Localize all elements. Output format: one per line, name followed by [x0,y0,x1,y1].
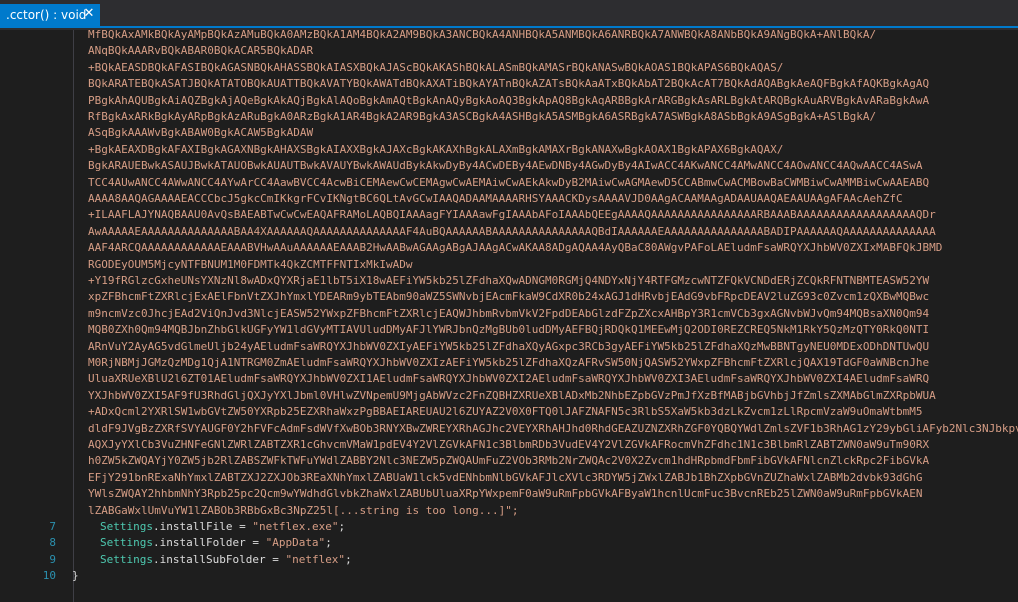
string-literal: lZABGaWxlUmVuYW1lZABOb3RBbGxBc3NpZ25l[..… [88,503,519,517]
code-line: xpZFBhcmFtZXRlcjExAElFbnVtZXJhYmxlYDEARm… [0,289,1018,305]
settings-property: installFolder [159,536,246,550]
tab-accent-line [0,26,1018,28]
line-number: 7 [49,520,56,533]
code-line: +Y19fRGlzcGxheUNsYXNzNl8wADxQYXRjaE1lbT5… [0,273,1018,289]
string-literal: xpZFBhcmFtZXRlcjExAElFbnVtZXJhYmxlYDEARm… [88,290,930,304]
code-line: RfBgkAxARkBgkAyARpBgkAzARuBgkA0ARzBgkA1A… [0,109,1018,125]
settings-class-name: Settings [100,520,153,533]
code-line: +BQkAEASDBQkAFASIBQkAGASNBQkAHASSBQkAIAS… [0,60,1018,76]
code-line: YXJhbWV0ZXI5AF9fU3RhdGljQXJyYXlJbml0VHlw… [0,388,1018,404]
code-line-10: 10} [0,568,1018,584]
close-icon[interactable]: ✕ [82,7,96,21]
code-line: +BgkAEAXDBgkAFAXIBgkAGAXNBgkAHAXSBgkAIAX… [0,142,1018,158]
string-value: "netflex.exe" [252,520,339,533]
string-literal: AQXJyYXlCb3VuZHNFeGNlZWRlZABTZXR1cGhvcmV… [88,438,930,451]
string-literal: h0ZW5kZWQAYjY0ZW5jb2RlZABSZWFkTWFuYWdlZA… [88,454,930,468]
assignment-operator: = [245,536,266,550]
string-literal: ASqBgkAAAWvBgkABAW0BgkACAW5BgkADAW [88,126,314,140]
line-number: 10 [42,569,56,583]
code-line: lZABGaWxlUmVuYW1lZABOb3RBbGxBc3NpZ25l[..… [0,503,1018,519]
string-literal: MfBQkAxAMkBQkAyAMpBQkAzAMuBQkA0AMzBQkA1A… [88,30,877,41]
member-access-dot: . [152,520,160,533]
string-literal: MQB0ZXh0Qm94MQBJbnZhbGlkUGFyYW1ldGVyMTIA… [88,323,930,337]
member-access-dot: . [152,536,160,550]
string-literal: BQkARATEBQkASATJBQkATATOBQkAUATTBQkAVATY… [88,77,930,91]
code-line: MfBQkAxAMkBQkAyAMpBQkAzAMuBQkA0AMzBQkA1A… [0,30,1018,43]
code-line: m9ncmVzc0JhcjEAd2ViQnJvd3NlcjEASW52YWxpZ… [0,306,1018,322]
string-literal: PBgkAhAQUBgkAiAQZBgkAjAQeBgkAkAQjBgkAlAQ… [88,93,930,107]
code-line: ANqBQkAAARvBQkABAR0BQkACAR5BQkADAR [0,43,1018,59]
string-literal: ARnVuY2AyAG5vdGlmeUljb24yAEludmFsaWRQYXJ… [88,339,930,353]
code-line: AwAAAAAEAAAAAAAAAAAAAABAA4XAAAAAAQAAAAAA… [0,224,1018,240]
line-number: 8 [49,536,56,550]
code-line: YWlsZWQAY2hhbmNhY3Rpb25pc2Qcm9wYWdhdGlvb… [0,486,1018,502]
settings-statement: Settings.installFolder = "AppData"; [100,535,332,551]
code-line: +ILAAFLAJYNAQBAAU0AvQsBAEABTwCwCwEAQAFRA… [0,207,1018,223]
statement-terminator: ; [338,520,346,533]
line-number: 9 [49,552,56,566]
settings-statement: Settings.installSubFolder = "netflex"; [100,552,352,568]
string-literal: m9ncmVzc0JhcjEAd2ViQnJvd3NlcjEASW52YWxpZ… [88,306,930,320]
string-literal: RfBgkAxARkBgkAyARpBgkAzARuBgkA0ARzBgkA1A… [88,110,877,123]
member-access-dot: . [152,552,160,566]
string-literal: dldF9JVgBzZXRfSVYAUGF0Y2hFVFcAdmFsdWVfXw… [88,421,1018,435]
code-line: UluaXRUeXBlU2l6ZT01AEludmFsaWRQYXJhbWV0Z… [0,371,1018,387]
code-line: h0ZW5kZWQAYjY0ZW5jb2RlZABSZWFkTWFuYWdlZA… [0,453,1018,469]
string-literal: +Y19fRGlzcGxheUNsYXNzNl8wADxQYXRjaE1lbT5… [88,274,930,287]
code-line: EFjY291bnRExaNhYmxlZABTZXJ2ZXJOb3REaXNhY… [0,470,1018,486]
settings-class-name: Settings [100,536,153,550]
statement-terminator: ; [345,552,352,566]
string-literal: +ADxQcml2YXRlSW1wbGVtZW50YXRpb25EZXRhaWx… [88,405,923,419]
string-literal: +ILAAFLAJYNAQBAAU0AvQsBAEABTwCwCwEAQAFRA… [88,208,936,222]
string-literal: YXJhbWV0ZXI5AF9fU3RhdGljQXJyYXlJbml0VHlw… [88,388,936,402]
tab-title: .cctor() : void [6,8,87,22]
code-line: TCC4AUwANCC4AWwANCC4AYwArCC4AawBVCC4AcwB… [0,175,1018,191]
code-line: AAAA8AAQAGAAAAEACCCbcJ5gkcCmIKkgrFCvIKNg… [0,191,1018,207]
settings-property: installFile [159,520,233,533]
settings-statement: Settings.installFile = "netflex.exe"; [100,519,345,535]
code-editor[interactable]: MfBQkAxAMkBQkAyAMpBQkAzAMuBQkA0AMzBQkA1A… [0,30,1018,602]
code-line-9: 9 Settings.installSubFolder = "netflex"; [0,552,1018,568]
code-line: PBgkAhAQUBgkAiAQZBgkAjAQeBgkAkAQjBgkAlAQ… [0,93,1018,109]
code-line-7: 7 Settings.installFile = "netflex.exe"; [0,519,1018,535]
string-literal: +BgkAEAXDBgkAFAXIBgkAGAXNBgkAHAXSBgkAIAX… [88,142,784,156]
code-line: BgkARAUEBwkASAUJBwkATAUOBwkAUAUTBwkAVAUY… [0,158,1018,174]
code-line: MQB0ZXh0Qm94MQBJbnZhbGlkUGFyYW1ldGVyMTIA… [0,322,1018,338]
string-literal: TCC4AUwANCC4AWwANCC4AYwArCC4AawBVCC4AcwB… [88,175,930,189]
string-value: "netflex" [285,552,346,566]
settings-class-name: Settings [100,552,153,566]
code-line: +ADxQcml2YXRlSW1wbGVtZW50YXRpb25EZXRhaWx… [0,404,1018,420]
string-literal: M0RjNBMjJGMzQzMDg1QjA1NTRGM0ZmAEludmFsaW… [88,356,930,369]
string-literal: AwAAAAAEAAAAAAAAAAAAAABAA4XAAAAAAQAAAAAA… [88,224,936,238]
string-value: "AppData" [265,536,326,550]
string-literal: +BQkAEASDBQkAFASIBQkAGASNBQkAHASSBQkAIAS… [88,60,784,74]
assignment-operator: = [265,552,286,566]
string-literal: AAF4ARCQAAAAAAAAAAAAEAAABVHwAAuAAAAAAEAA… [88,241,943,255]
code-line: RGODEyOUM5MjcyNTFBNUM1M0FDMTk4QkZCMTFFNT… [0,257,1018,273]
string-literal: YWlsZWQAY2hhbmNhY3Rpb25pc2Qcm9wYWdhdGlvb… [88,487,923,501]
code-line: M0RjNBMjJGMzQzMDg1QjA1NTRGM0ZmAEludmFsaW… [0,355,1018,371]
code-line: AQXJyYXlCb3VuZHNFeGNlZWRlZABTZXR1cGhvcmV… [0,437,1018,453]
assignment-operator: = [232,520,253,533]
string-literal: EFjY291bnRExaNhYmxlZABTZXJ2ZXJOb3REaXNhY… [88,470,923,484]
tab-bar: .cctor() : void ✕ [0,0,1018,30]
closing-brace: } [72,569,79,583]
code-line: ASqBgkAAAWvBgkABAW0BgkACAW5BgkADAW [0,125,1018,141]
code-line-8: 8 Settings.installFolder = "AppData"; [0,535,1018,551]
code-line: BQkARATEBQkASATJBQkATATOBQkAUATTBQkAVATY… [0,76,1018,92]
code-line: dldF9JVgBzZXRfSVYAUGF0Y2hFVFcAdmFsdWVfXw… [0,421,1018,437]
code-line: AAF4ARCQAAAAAAAAAAAAEAAABVHwAAuAAAAAAEAA… [0,240,1018,256]
settings-property: installSubFolder [159,552,266,566]
code-line: ARnVuY2AyAG5vdGlmeUljb24yAEludmFsaWRQYXJ… [0,339,1018,355]
string-literal: BgkARAUEBwkASAUJBwkATAUOBwkAUAUTBwkAVAUY… [88,159,923,173]
string-literal: RGODEyOUM5MjcyNTFBNUM1M0FDMTk4QkZCMTFFNT… [88,257,413,271]
string-literal: AAAA8AAQAGAAAAEACCCbcJ5gkcCmIKkgrFCvIKNg… [88,192,903,205]
statement-terminator: ; [325,536,332,550]
tab-cctor[interactable]: .cctor() : void ✕ [0,4,100,26]
string-literal: UluaXRUeXBlU2l6ZT01AEludmFsaWRQYXJhbWV0Z… [88,372,930,386]
string-literal: ANqBQkAAARvBQkABAR0BQkACAR5BQkADAR [88,44,314,58]
